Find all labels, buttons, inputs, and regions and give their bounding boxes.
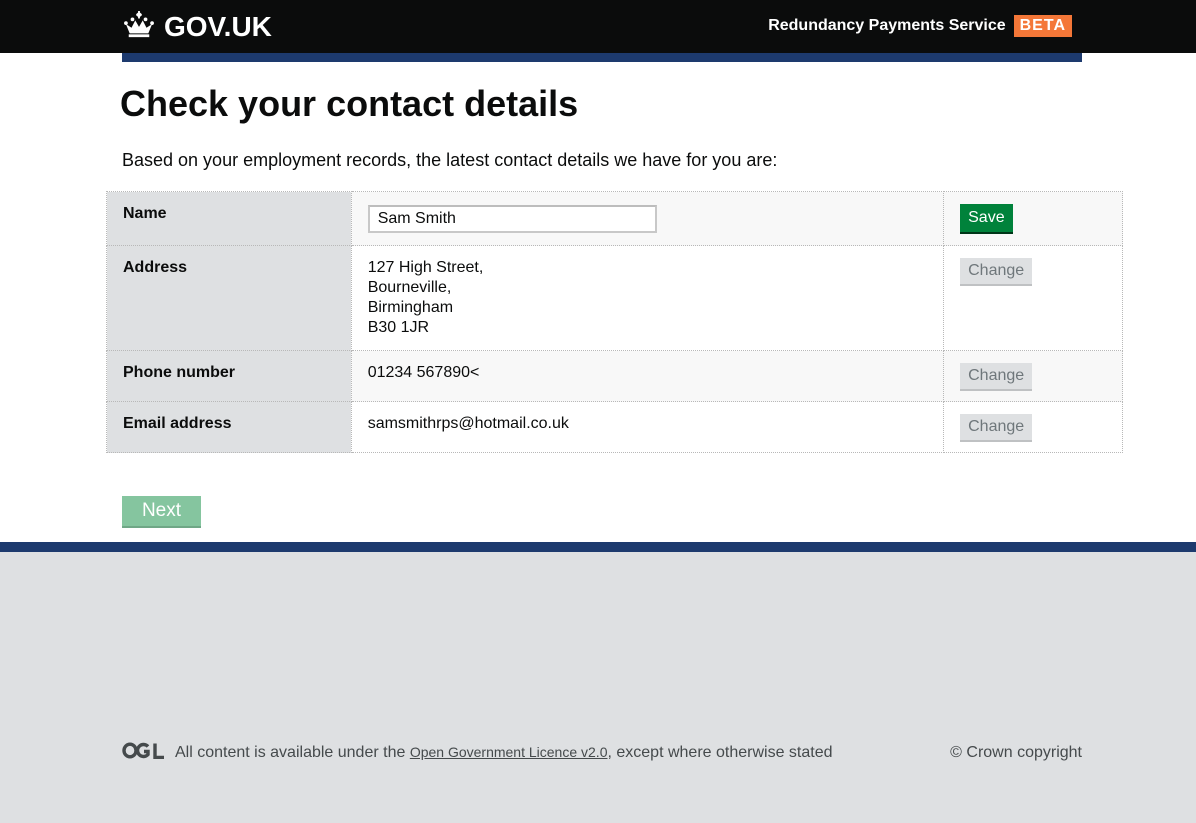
change-address-button[interactable]: Change <box>960 258 1033 284</box>
crown-copyright-link[interactable]: © Crown copyright <box>950 742 1082 764</box>
email-value: samsmithrps@hotmail.co.uk <box>350 401 945 453</box>
address-line: Birmingham <box>367 299 454 316</box>
row-label-email: Email address <box>106 401 352 453</box>
service-name-link[interactable]: Redundancy Payments Service <box>768 14 1005 38</box>
page-title: Check your contact details <box>120 83 579 124</box>
govuk-logo-link[interactable]: GOV.UK <box>122 10 272 44</box>
table-row-name: Name Save <box>106 191 1123 246</box>
phone-value: 01234 567890< <box>350 350 945 402</box>
table-row-email: Email address samsmithrps@hotmail.co.uk … <box>106 401 1123 453</box>
row-label-phone: Phone number <box>106 350 352 402</box>
save-name-button[interactable]: Save <box>960 204 1013 232</box>
next-button[interactable]: Next <box>122 496 201 526</box>
licence-suffix: , except where otherwise stated <box>607 744 833 761</box>
header-stripe <box>122 53 1082 62</box>
table-row-address: Address 127 High Street, Bourneville, Bi… <box>106 245 1123 351</box>
row-label-name: Name <box>106 191 352 246</box>
row-label-address: Address <box>106 245 352 351</box>
contact-details-table: Name Save Address 127 High Street, Bourn… <box>106 191 1123 453</box>
change-phone-button[interactable]: Change <box>960 363 1033 389</box>
logo-text: GOV.UK <box>164 11 272 42</box>
crown-icon <box>122 10 156 44</box>
site-footer: All content is available under the Open … <box>0 552 1196 823</box>
licence-text: All content is available under the Open … <box>175 741 833 764</box>
service-header: Redundancy Payments Service BETA <box>768 14 1072 38</box>
table-row-phone: Phone number 01234 567890< Change <box>106 350 1123 402</box>
address-line: B30 1JR <box>367 319 430 336</box>
licence-prefix: All content is available under the <box>175 744 410 761</box>
footer-stripe <box>0 542 1196 552</box>
name-input[interactable] <box>367 205 657 233</box>
licence-link[interactable]: Open Government Licence v2.0 <box>410 744 608 760</box>
lead-paragraph: Based on your employment records, the la… <box>122 150 778 170</box>
address-line: Bourneville, <box>367 279 452 296</box>
address-line: 127 High Street, <box>367 259 484 276</box>
site-header: GOV.UK Redundancy Payments Service BETA <box>0 0 1196 53</box>
address-value: 127 High Street, Bourneville, Birmingham… <box>350 245 945 351</box>
phase-tag: BETA <box>1013 15 1072 37</box>
ogl-logo-icon <box>122 742 165 760</box>
change-email-button[interactable]: Change <box>960 414 1033 440</box>
